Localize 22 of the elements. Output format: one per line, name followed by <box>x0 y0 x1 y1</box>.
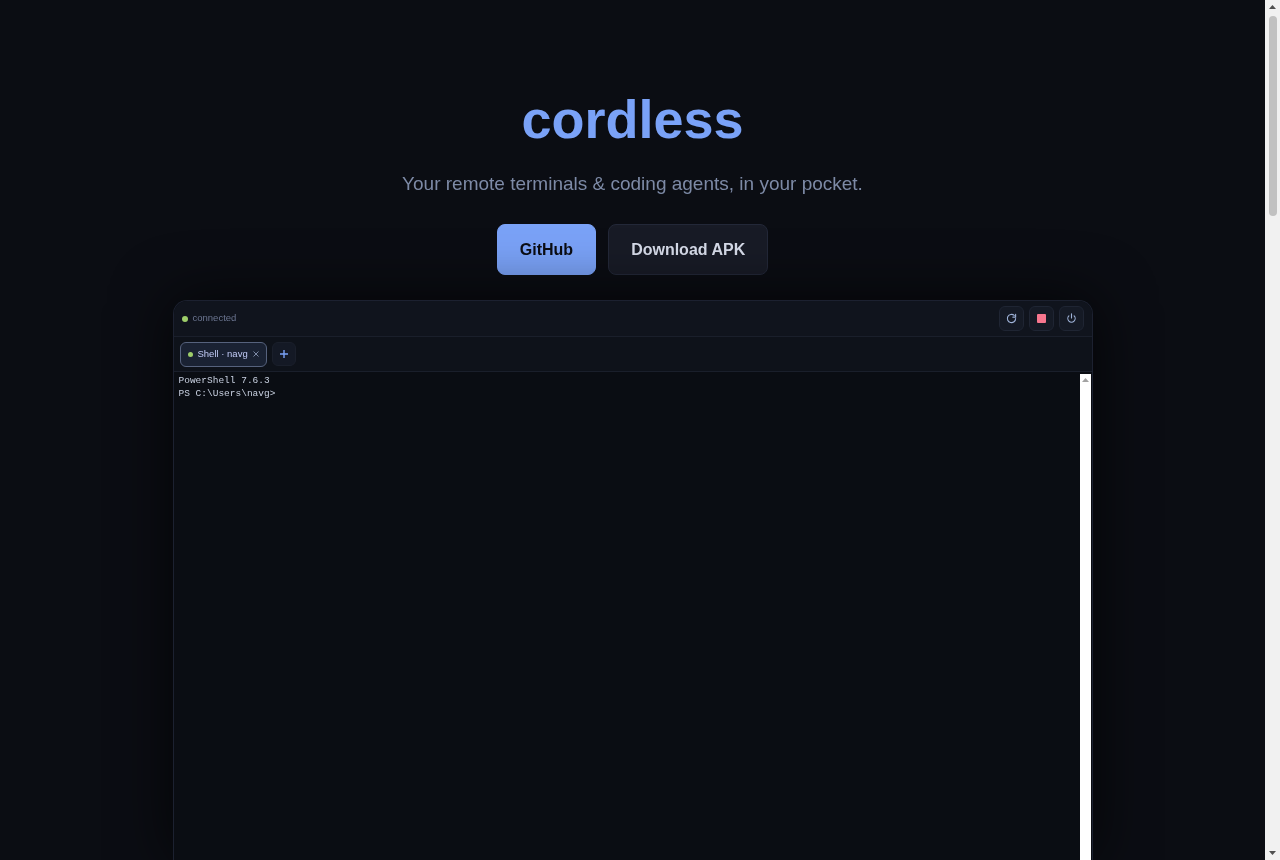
secondary-button[interactable]: Download APK <box>608 224 769 275</box>
page-scrollbar[interactable] <box>1265 0 1280 860</box>
up-arrow-icon[interactable] <box>1269 5 1276 9</box>
new-tab-button[interactable] <box>271 342 296 366</box>
power-button[interactable] <box>1058 306 1084 331</box>
scrollbar-thumb[interactable] <box>1268 16 1277 216</box>
refresh-button[interactable] <box>998 306 1024 331</box>
tagline: Your remote terminals & coding agents, in your pocket. <box>402 172 863 196</box>
down-arrow-icon[interactable] <box>1269 851 1276 855</box>
terminal-scrollbar[interactable] <box>1079 374 1091 860</box>
primary-button[interactable]: GitHub <box>496 224 597 275</box>
plus-icon <box>279 350 288 358</box>
terminal-line: PS C:\Users\navg> <box>178 387 276 400</box>
terminal-tab[interactable]: Shell · navg <box>179 341 267 367</box>
stop-square-icon <box>1036 314 1046 323</box>
power-icon <box>1065 313 1077 324</box>
status-text: connected <box>192 311 237 326</box>
close-icon[interactable] <box>252 351 259 357</box>
terminal-line: PowerShell 7.6.3 <box>178 374 270 387</box>
stop-button[interactable] <box>1028 306 1054 331</box>
hero-title: cordless <box>521 92 744 146</box>
refresh-icon <box>1005 313 1017 324</box>
